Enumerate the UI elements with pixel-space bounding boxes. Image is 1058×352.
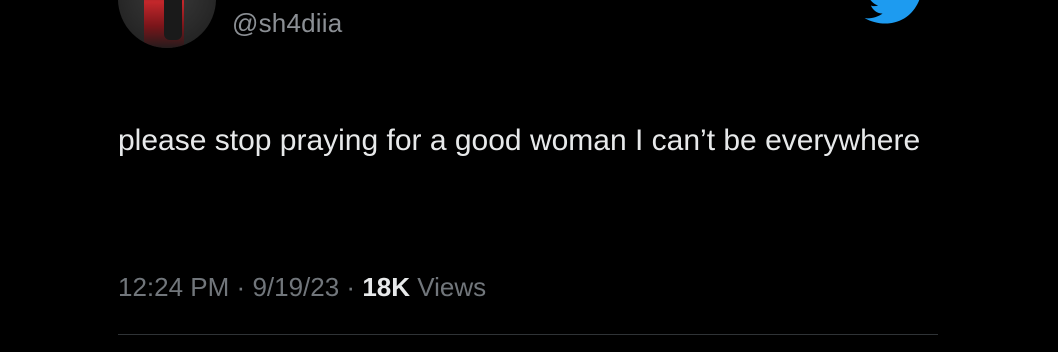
tweet-text: please stop praying for a good woman I c…	[118, 124, 921, 157]
twitter-bird-icon	[864, 0, 920, 24]
author-handle[interactable]: @sh4diia	[232, 8, 342, 39]
meta-separator: ·	[236, 272, 246, 302]
avatar[interactable]	[118, 0, 216, 48]
tweet-time[interactable]: 12:24 PM	[118, 272, 229, 302]
avatar-figure-detail	[164, 0, 182, 40]
view-label: Views	[417, 272, 487, 302]
tweet-date[interactable]: 9/19/23	[252, 272, 339, 302]
divider	[118, 334, 938, 335]
meta-separator: ·	[346, 272, 356, 302]
view-count: 18K	[362, 272, 411, 302]
tweet-metadata: 12:24 PM · 9/19/23 · 18K Views	[118, 272, 486, 303]
tweet-card: @sh4diia please stop praying for a good …	[0, 0, 1058, 352]
